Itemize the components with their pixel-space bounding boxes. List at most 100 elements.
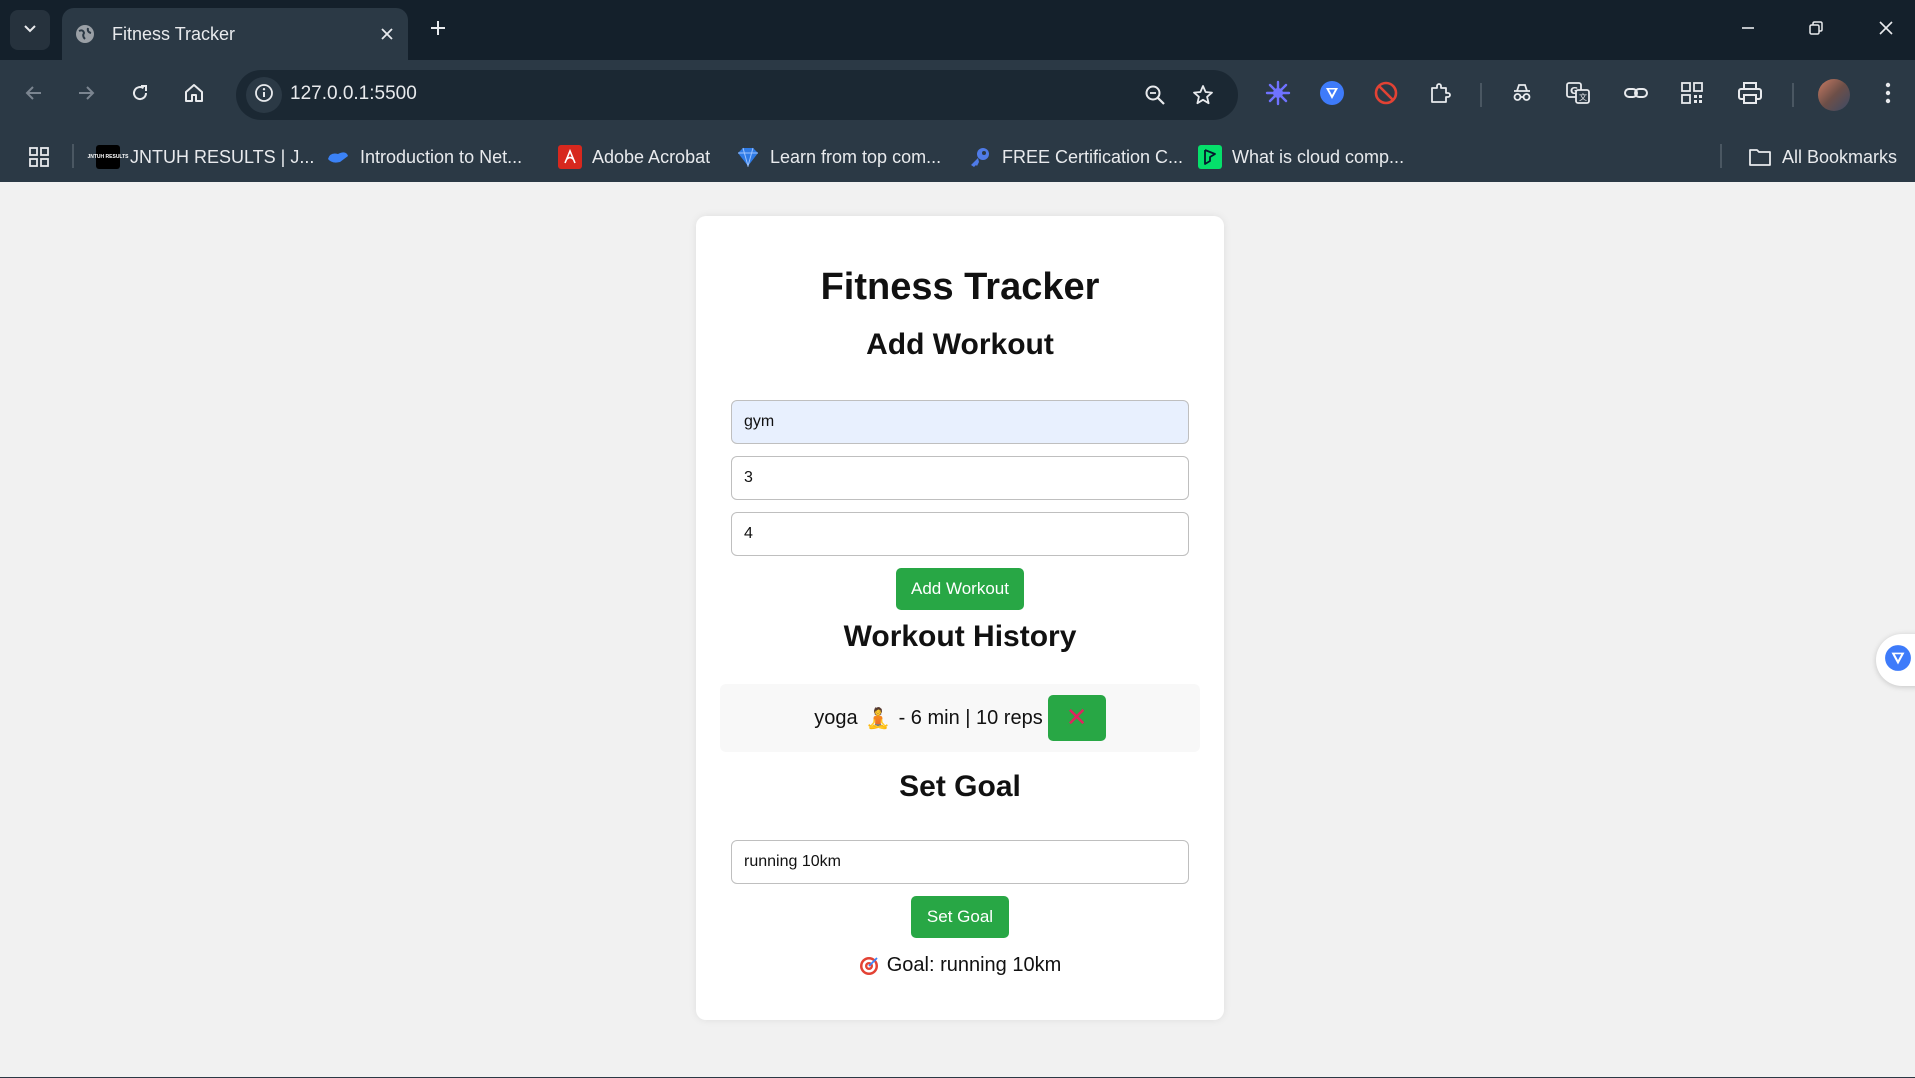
workout-name-input[interactable]: [731, 400, 1189, 444]
forward-button[interactable]: [66, 75, 106, 115]
key-icon: [968, 145, 992, 169]
bookmark-learn-from-top[interactable]: Learn from top com...: [736, 142, 941, 172]
toolbar-separator: [1792, 83, 1794, 107]
tab-strip: Fitness Tracker: [0, 0, 1915, 60]
address-bar[interactable]: 127.0.0.1:5500: [236, 70, 1238, 120]
close-window-button[interactable]: [1866, 10, 1906, 50]
goal-display: Goal: running 10km: [696, 954, 1224, 977]
apps-grid-icon[interactable]: [24, 142, 54, 172]
link-icon: [1623, 80, 1649, 111]
extension-vpn-button[interactable]: [1312, 75, 1352, 115]
bookmark-label: Adobe Acrobat: [592, 146, 711, 167]
qr-code-button[interactable]: [1672, 75, 1712, 115]
yoga-emoji-icon: 🧘: [865, 707, 891, 730]
arrow-left-icon: [24, 83, 44, 108]
delete-workout-button[interactable]: ✕: [1047, 695, 1106, 741]
datacamp-icon: [1198, 145, 1222, 169]
bookmarks-separator: [72, 144, 74, 168]
workout-name: yoga: [814, 706, 858, 729]
shield-v-icon: [1319, 80, 1345, 111]
bookmark-label: FREE Certification C...: [1002, 146, 1184, 167]
plus-icon: [429, 19, 447, 42]
add-workout-button[interactable]: Add Workout: [896, 568, 1024, 610]
sparkle-icon: [1265, 80, 1291, 111]
more-vertical-icon: [1885, 82, 1891, 109]
copy-link-button[interactable]: [1616, 75, 1656, 115]
incognito-icon: [1509, 80, 1535, 111]
page-title: Fitness Tracker: [820, 266, 1100, 308]
extensions-menu-button[interactable]: [1420, 75, 1460, 115]
incognito-button[interactable]: [1502, 75, 1542, 115]
goal-input[interactable]: [731, 840, 1189, 884]
cross-mark-icon: ✕: [1065, 703, 1088, 733]
restore-icon: [1808, 20, 1824, 41]
fitness-tracker-card: Fitness Tracker Add Workout Add Workout …: [696, 216, 1224, 1020]
tab-fitness-tracker[interactable]: Fitness Tracker: [62, 8, 408, 60]
page-viewport: Fitness Tracker Add Workout Add Workout …: [0, 182, 1915, 1078]
extension-side-button[interactable]: [1876, 634, 1915, 686]
workout-reps-input[interactable]: [731, 512, 1189, 556]
reload-button[interactable]: [120, 75, 160, 115]
shield-v-icon: [1884, 644, 1912, 677]
bookmark-label: Learn from top com...: [770, 146, 942, 167]
bookmark-label: JNTUH RESULTS | J...: [130, 146, 315, 167]
back-button[interactable]: [14, 75, 54, 115]
extension-blocker-button[interactable]: [1366, 75, 1406, 115]
bookmark-jntuh-results[interactable]: JNTUH RESULTS JNTUH RESULTS | J...: [87, 142, 315, 172]
qr-code-icon: [1680, 81, 1704, 110]
puzzle-icon: [1428, 81, 1452, 110]
bookmark-introduction-to-net[interactable]: Introduction to Net...: [326, 142, 522, 172]
browser-toolbar: 127.0.0.1:5500 G文: [0, 60, 1915, 130]
bookmark-adobe-acrobat[interactable]: Adobe Acrobat: [558, 142, 710, 172]
url-text[interactable]: 127.0.0.1:5500: [290, 83, 417, 105]
minimize-button[interactable]: [1728, 10, 1768, 50]
bookmark-free-certification[interactable]: FREE Certification C...: [968, 142, 1183, 172]
list-item: yoga 🧘 - 6 min | 10 reps ✕: [720, 684, 1200, 752]
zoom-icon[interactable]: [1140, 80, 1170, 110]
browser-menu-button[interactable]: [1868, 75, 1908, 115]
target-icon: [859, 956, 879, 976]
jntuh-icon: JNTUH RESULTS: [87, 145, 129, 169]
tab-search-button[interactable]: [10, 10, 50, 50]
arrow-right-icon: [76, 83, 96, 108]
svg-text:文: 文: [1579, 92, 1587, 102]
close-icon: [1878, 20, 1894, 41]
block-icon: [1373, 80, 1399, 111]
bookmark-label: Introduction to Net...: [360, 146, 523, 167]
star-icon[interactable]: [1188, 80, 1218, 110]
home-icon: [183, 82, 205, 109]
bookmark-what-is-cloud[interactable]: What is cloud comp...: [1198, 142, 1404, 172]
site-info-button[interactable]: [246, 77, 282, 113]
diamond-icon: [736, 145, 760, 169]
add-workout-heading: Add Workout: [866, 328, 1054, 361]
set-goal-button[interactable]: Set Goal: [911, 896, 1009, 938]
restore-button[interactable]: [1796, 10, 1836, 50]
reload-icon: [130, 83, 150, 108]
close-icon[interactable]: [372, 19, 402, 49]
translate-button[interactable]: G文: [1558, 75, 1598, 115]
set-goal-heading: Set Goal: [899, 770, 1021, 803]
profile-avatar[interactable]: [1818, 79, 1850, 111]
extension-perplexity-button[interactable]: [1258, 75, 1298, 115]
info-icon: [254, 83, 274, 108]
bookmark-label: What is cloud comp...: [1232, 146, 1405, 167]
translate-icon: G文: [1565, 80, 1591, 111]
folder-icon: [1748, 145, 1772, 169]
printer-icon: [1737, 80, 1763, 111]
workout-duration-input[interactable]: [731, 456, 1189, 500]
all-bookmarks-button[interactable]: All Bookmarks: [1748, 142, 1897, 172]
workout-details: - 6 min | 10 reps: [898, 706, 1043, 729]
goal-text: Goal: running 10km: [886, 954, 1062, 976]
home-button[interactable]: [174, 75, 214, 115]
minimize-icon: [1740, 20, 1756, 41]
print-button[interactable]: [1730, 75, 1770, 115]
chevron-down-icon: [22, 20, 38, 41]
cloud-icon: [326, 145, 350, 169]
workout-history-heading: Workout History: [843, 620, 1077, 653]
bookmarks-bar: JNTUH RESULTS JNTUH RESULTS | J... Intro…: [0, 130, 1915, 182]
bookmarks-separator: [1720, 144, 1722, 168]
all-bookmarks-label: All Bookmarks: [1782, 146, 1898, 167]
toolbar-separator: [1480, 83, 1482, 107]
new-tab-button[interactable]: [418, 12, 458, 48]
tab-title: Fitness Tracker: [112, 23, 236, 44]
